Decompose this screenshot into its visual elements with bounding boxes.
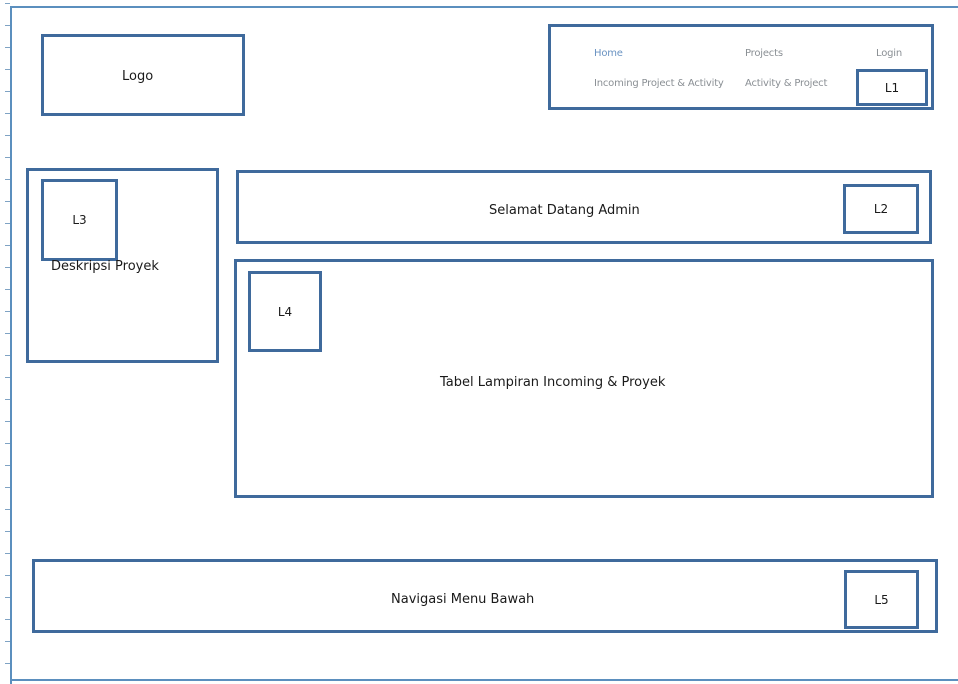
page-frame-top [10, 6, 958, 8]
footer-label: Navigasi Menu Bawah [391, 592, 535, 607]
tag-l3: L3 [41, 179, 118, 261]
description-box: L3 Deskripsi Proyek [26, 168, 219, 363]
footer-nav-box: Navigasi Menu Bawah L5 [32, 559, 938, 633]
table-box: L4 Tabel Lampiran Incoming & Proyek [234, 259, 934, 498]
top-nav-box: Home Projects Login Incoming Project & A… [548, 24, 934, 110]
nav-link-projects[interactable]: Projects [745, 48, 783, 59]
logo-label: Logo [122, 69, 154, 84]
left-ruler [0, 0, 10, 684]
welcome-label: Selamat Datang Admin [489, 203, 640, 218]
nav-link-home[interactable]: Home [594, 48, 623, 59]
tag-l5: L5 [844, 570, 919, 629]
nav-link-activity-project[interactable]: Activity & Project [745, 78, 827, 89]
logo-box: Logo [41, 34, 245, 116]
tag-l2: L2 [843, 184, 919, 234]
tag-l4: L4 [248, 271, 322, 352]
table-label: Tabel Lampiran Incoming & Proyek [440, 375, 666, 390]
nav-link-login[interactable]: Login [876, 48, 902, 59]
page-frame-left [10, 6, 12, 684]
description-label: Deskripsi Proyek [51, 259, 159, 274]
nav-link-incoming-project-activity[interactable]: Incoming Project & Activity [594, 78, 724, 89]
page-frame-bottom [10, 679, 958, 681]
tag-l1: L1 [856, 69, 928, 106]
welcome-box: Selamat Datang Admin L2 [236, 170, 932, 244]
